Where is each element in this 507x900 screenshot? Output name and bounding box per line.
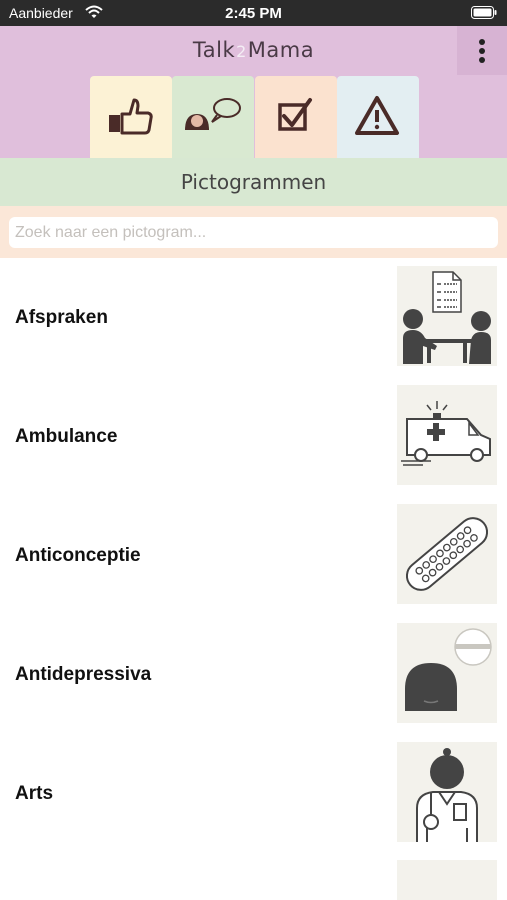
doctor-pictogram-icon bbox=[397, 742, 497, 842]
tab-talk[interactable] bbox=[172, 76, 254, 158]
list-item-ambulance[interactable]: Ambulance bbox=[0, 377, 507, 496]
more-menu-button[interactable] bbox=[457, 26, 507, 75]
list-item-next-picture bbox=[397, 860, 497, 900]
list-item-anticonceptie[interactable]: Anticonceptie bbox=[0, 496, 507, 615]
list-item-label: Antidepressiva bbox=[15, 664, 152, 685]
section-title: Pictogrammen bbox=[0, 158, 507, 206]
contraception-pill-pictogram-icon bbox=[397, 504, 497, 604]
list-item-label: Afspraken bbox=[15, 307, 108, 328]
app-title-part-2: 2 bbox=[236, 42, 247, 61]
tab-warning[interactable] bbox=[337, 76, 419, 158]
list-item-label: Ambulance bbox=[15, 426, 118, 447]
app-title-part-1: Talk bbox=[192, 38, 236, 62]
battery-icon bbox=[471, 6, 497, 19]
list-item-antidepressiva[interactable]: Antidepressiva bbox=[0, 615, 507, 734]
search-input[interactable] bbox=[9, 217, 498, 248]
thumbs-up-icon bbox=[109, 98, 153, 135]
app-header: Talk2Mama bbox=[0, 26, 507, 158]
warning-icon bbox=[355, 96, 399, 135]
list-item-afspraken[interactable]: Afspraken bbox=[0, 258, 507, 377]
checkbox-icon bbox=[278, 98, 312, 131]
status-bar: Aanbieder 2:45 PM bbox=[0, 0, 507, 26]
list-item-label: Anticonceptie bbox=[15, 545, 141, 566]
tab-checklist[interactable] bbox=[255, 76, 337, 158]
clock: 2:45 PM bbox=[225, 5, 282, 22]
antidepressant-pictogram-icon bbox=[397, 623, 497, 723]
list-item-label: Arts bbox=[15, 783, 54, 804]
more-vertical-icon bbox=[479, 38, 485, 63]
ambulance-pictogram-icon bbox=[397, 385, 497, 485]
app-title: Talk2Mama bbox=[0, 38, 507, 62]
search-area bbox=[0, 206, 507, 258]
speech-person-icon bbox=[185, 98, 241, 130]
pictogram-list: Afspraken Ambulance Anticonceptie Antide… bbox=[0, 258, 507, 853]
app-title-part-3: Mama bbox=[247, 38, 315, 62]
appointment-pictogram-icon bbox=[397, 266, 497, 366]
tab-likes[interactable] bbox=[90, 76, 172, 158]
list-item-arts[interactable]: Arts bbox=[0, 734, 507, 853]
